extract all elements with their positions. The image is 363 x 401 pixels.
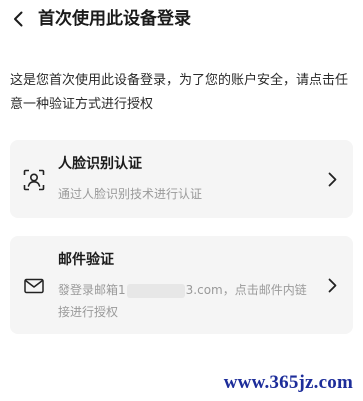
email-desc-prefix: 發登录邮箱1 [58,283,126,297]
email-verification-title: 邮件验证 [58,252,114,268]
header: 首次使用此设备登录 [0,0,363,40]
watermark-text: www.365jz.com [223,372,353,393]
face-recognition-icon [22,168,46,192]
mail-icon [22,274,46,298]
page-title: 首次使用此设备登录 [38,9,191,29]
chevron-right-icon [325,170,339,188]
email-verification-description: 發登录邮箱1 3.com，点击邮件内链接进行授权 [58,279,316,323]
redacted-email-block [126,283,185,298]
email-verification-option[interactable]: 邮件验证 發登录邮箱1 3.com，点击邮件内链接进行授权 [10,236,353,334]
back-button[interactable] [9,8,27,30]
face-recognition-description: 通过人脸识别技术进行认证 [58,187,203,201]
login-verification-page: 首次使用此设备登录 这是您首次使用此设备登录，为了您的账户安全，请点击任意一种验… [0,0,363,401]
face-recognition-option[interactable]: 人脸识别认证 通过人脸识别技术进行认证 [10,140,353,218]
face-recognition-title: 人脸识别认证 [58,156,142,172]
chevron-left-icon [14,11,23,27]
chevron-right-icon [325,276,339,294]
intro-text: 这是您首次使用此设备登录，为了您的账户安全，请点击任意一种验证方式进行授权 [10,73,349,112]
